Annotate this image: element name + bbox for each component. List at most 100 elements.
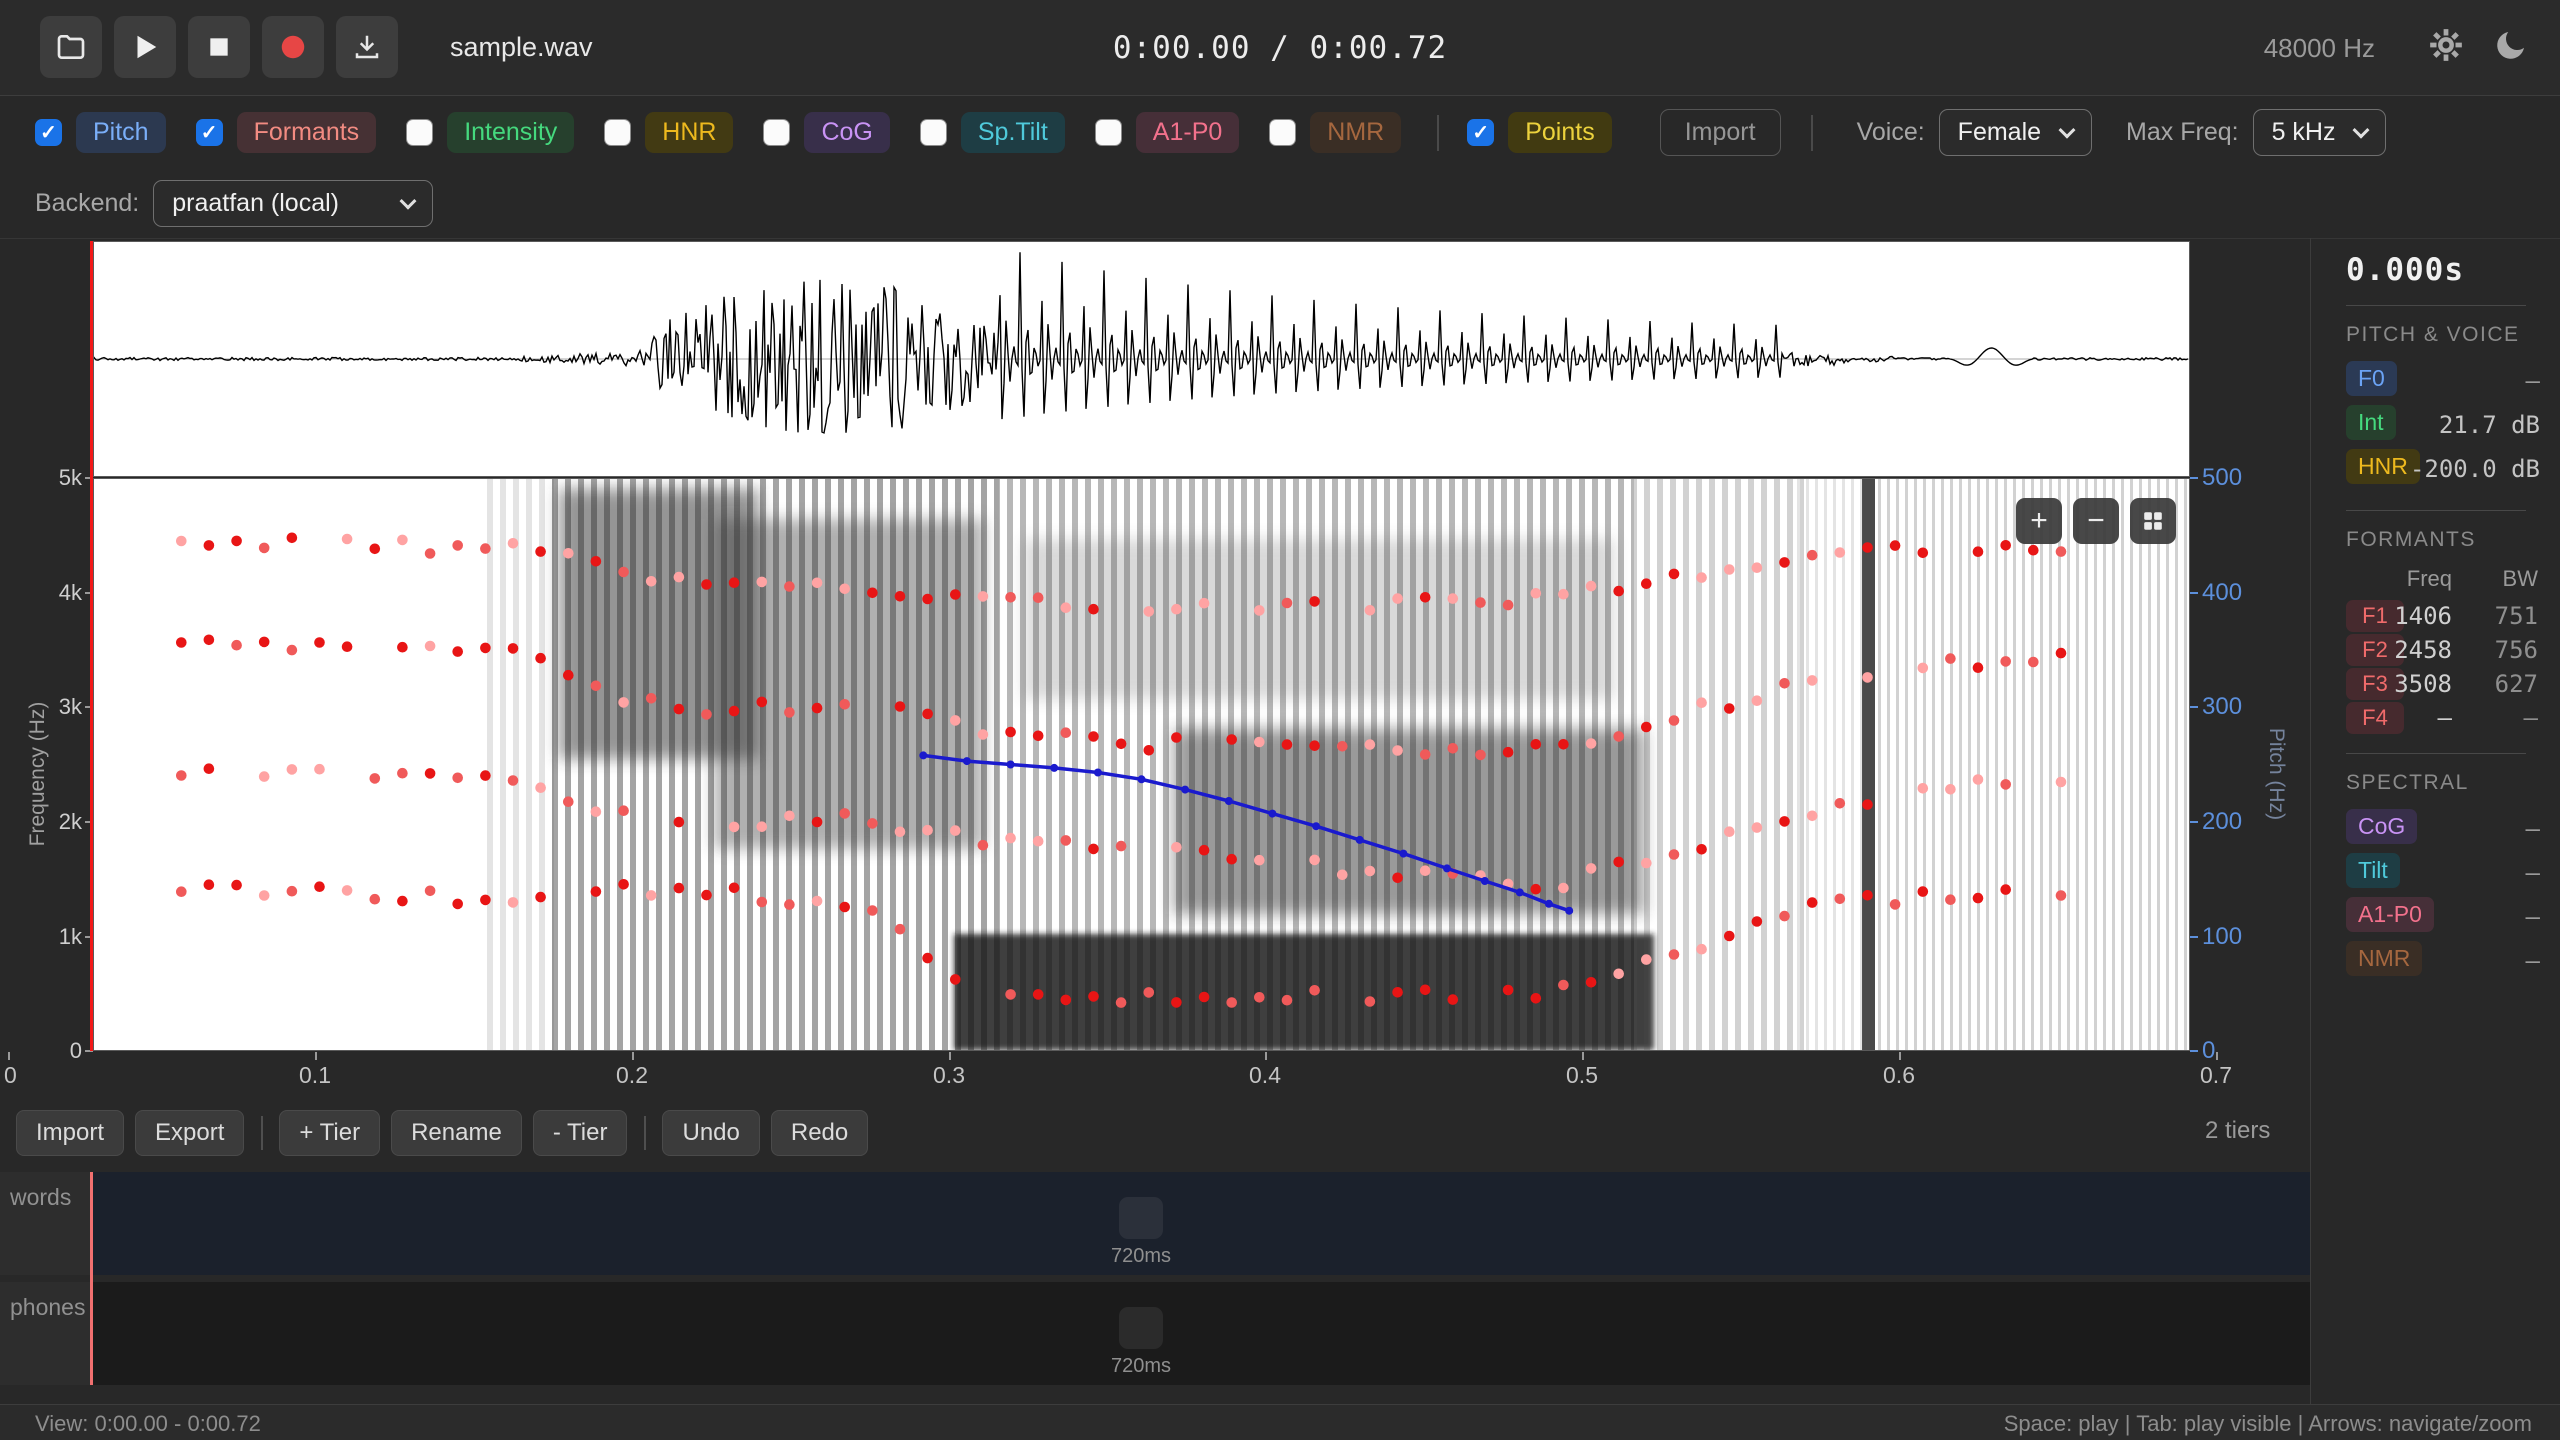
spectrogram-plot <box>94 479 2189 1050</box>
analysis-controls-row: ✓ Pitch ✓ Formants Intensity HNR CoG Sp.Tilt A1-… <box>0 96 2560 169</box>
freq-tick-3k: 3k <box>22 694 82 720</box>
formant-row-f1: F11406751 <box>2346 600 2560 634</box>
tick-mark <box>2190 1050 2198 1052</box>
tick-mark <box>8 1052 10 1060</box>
formant-freq-f4: — <box>2438 704 2452 732</box>
backend-label: Backend: <box>35 189 139 218</box>
overlay-toggle-group: ✓ Pitch ✓ Formants Intensity HNR CoG Sp.Tilt A1-… <box>35 112 1431 153</box>
grid-icon <box>2142 510 2164 532</box>
undo-button[interactable]: Undo <box>662 1110 759 1156</box>
measure-badge-cog: CoG <box>2346 809 2417 844</box>
checkbox-intensity[interactable] <box>406 119 433 146</box>
divider <box>2346 305 2526 306</box>
cursor-time: 0.000s <box>2346 252 2560 288</box>
divider <box>261 1116 263 1150</box>
chevron-down-icon <box>2353 121 2370 138</box>
formant-badge-f4: F4 <box>2346 702 2404 734</box>
backend-select[interactable]: praatfan (local) <box>153 180 433 227</box>
toggle-label-sp-tilt: Sp.Tilt <box>961 112 1065 153</box>
toggle-hnr[interactable]: HNR <box>604 112 733 153</box>
playhead-cursor[interactable] <box>90 241 93 1051</box>
points-import-button[interactable]: Import <box>1660 109 1781 156</box>
freq-tick-0: 0 <box>22 1038 82 1064</box>
rename-button[interactable]: Rename <box>391 1110 522 1156</box>
zoom-out-button[interactable]: − <box>2073 498 2119 544</box>
checkbox-sp-tilt[interactable] <box>920 119 947 146</box>
measure-value-f0: — <box>2526 367 2540 395</box>
praat-web-app: sample.wav 0:00.00 / 0:00.72 48000 Hz ✓P… <box>0 0 2560 1440</box>
waveform-plot <box>94 242 2189 476</box>
formant-bw-f4: — <box>2524 704 2538 732</box>
checkbox-a1-p0[interactable] <box>1095 119 1122 146</box>
time-tick-0.2: 0.2 <box>616 1062 648 1089</box>
checkbox-hnr[interactable] <box>604 119 631 146</box>
checkbox-pitch[interactable]: ✓ <box>35 119 62 146</box>
measure-badge-f0: F0 <box>2346 361 2397 396</box>
pitch-axis-label: Pitch (Hz) <box>2264 674 2288 874</box>
-tier-button[interactable]: - Tier <box>533 1110 628 1156</box>
tier-content[interactable] <box>91 1172 2310 1275</box>
tier-row-words[interactable]: words720ms <box>0 1172 2310 1275</box>
divider <box>644 1116 646 1150</box>
tick-mark <box>1582 1052 1584 1060</box>
measure-value-tilt: — <box>2526 859 2540 887</box>
zoom-fit-button[interactable] <box>2130 498 2176 544</box>
spectrogram-texture <box>484 479 2189 1050</box>
voice-label: Voice: <box>1857 118 1925 147</box>
toggle-label-formants: Formants <box>237 112 377 153</box>
voice-select[interactable]: Female <box>1939 109 2092 156</box>
tick-mark <box>2190 592 2198 594</box>
tier-label-col: phones <box>0 1282 91 1385</box>
time-tick-0: 0 <box>4 1062 17 1089</box>
tick-mark <box>632 1052 634 1060</box>
formant-freq-f3: 3508 <box>2394 670 2452 698</box>
checkbox-cog[interactable] <box>763 119 790 146</box>
toggle-sp-tilt[interactable]: Sp.Tilt <box>920 112 1065 153</box>
tick-mark <box>2190 477 2198 479</box>
section-title-formants: FORMANTS <box>2346 528 2560 552</box>
zoom-controls: + − <box>2016 498 2176 544</box>
tier-label-col: words <box>0 1172 91 1275</box>
annotation-tiers: words720msphones720ms <box>0 1172 2310 1392</box>
tier-content[interactable] <box>91 1282 2310 1385</box>
toggle-label-pitch: Pitch <box>76 112 166 153</box>
tier-interval-marker[interactable] <box>1119 1307 1163 1349</box>
tier-name-label: words <box>10 1184 71 1211</box>
tier-name-label: phones <box>10 1294 85 1321</box>
checkbox-formants[interactable]: ✓ <box>196 119 223 146</box>
max-freq-select[interactable]: 5 kHz <box>2253 109 2387 156</box>
tick-mark <box>1899 1052 1901 1060</box>
tick-mark <box>2190 821 2198 823</box>
settings-button[interactable] <box>2427 26 2465 67</box>
tier-playhead-cursor <box>90 1172 93 1385</box>
checkbox-points[interactable]: ✓ <box>1467 119 1494 146</box>
time-display: 0:00.00 / 0:00.72 <box>0 30 2560 66</box>
toggle-intensity[interactable]: Intensity <box>406 112 574 153</box>
import-button[interactable]: Import <box>16 1110 124 1156</box>
export-button[interactable]: Export <box>135 1110 244 1156</box>
toggle-formants[interactable]: ✓ Formants <box>196 112 377 153</box>
measure-row-cog: CoG— <box>2346 809 2560 853</box>
toggle-points[interactable]: ✓ Points <box>1467 112 1611 153</box>
chevron-down-icon <box>2059 121 2076 138</box>
measure-badge-hnr: HNR <box>2346 449 2420 484</box>
toggle-cog[interactable]: CoG <box>763 112 889 153</box>
measure-value-a1-p0: — <box>2526 903 2540 931</box>
checkbox-nmr[interactable] <box>1269 119 1296 146</box>
toggle-nmr[interactable]: NMR <box>1269 112 1401 153</box>
zoom-in-button[interactable]: + <box>2016 498 2062 544</box>
theme-toggle-button[interactable] <box>2494 26 2530 65</box>
toggle-a1-p0[interactable]: A1-P0 <box>1095 112 1239 153</box>
spectrogram-panel[interactable] <box>93 478 2190 1051</box>
tier-row-phones[interactable]: phones720ms <box>0 1282 2310 1385</box>
-tier-button[interactable]: + Tier <box>279 1110 380 1156</box>
tier-interval-marker[interactable] <box>1119 1197 1163 1239</box>
tick-mark <box>315 1052 317 1060</box>
measure-value-hnr: -200.0 dB <box>2410 455 2540 483</box>
redo-button[interactable]: Redo <box>771 1110 868 1156</box>
measure-value-nmr: — <box>2526 947 2540 975</box>
chevron-down-icon <box>400 192 417 209</box>
waveform-panel[interactable] <box>93 241 2190 477</box>
toggle-label-points: Points <box>1508 112 1611 153</box>
toggle-pitch[interactable]: ✓ Pitch <box>35 112 166 153</box>
